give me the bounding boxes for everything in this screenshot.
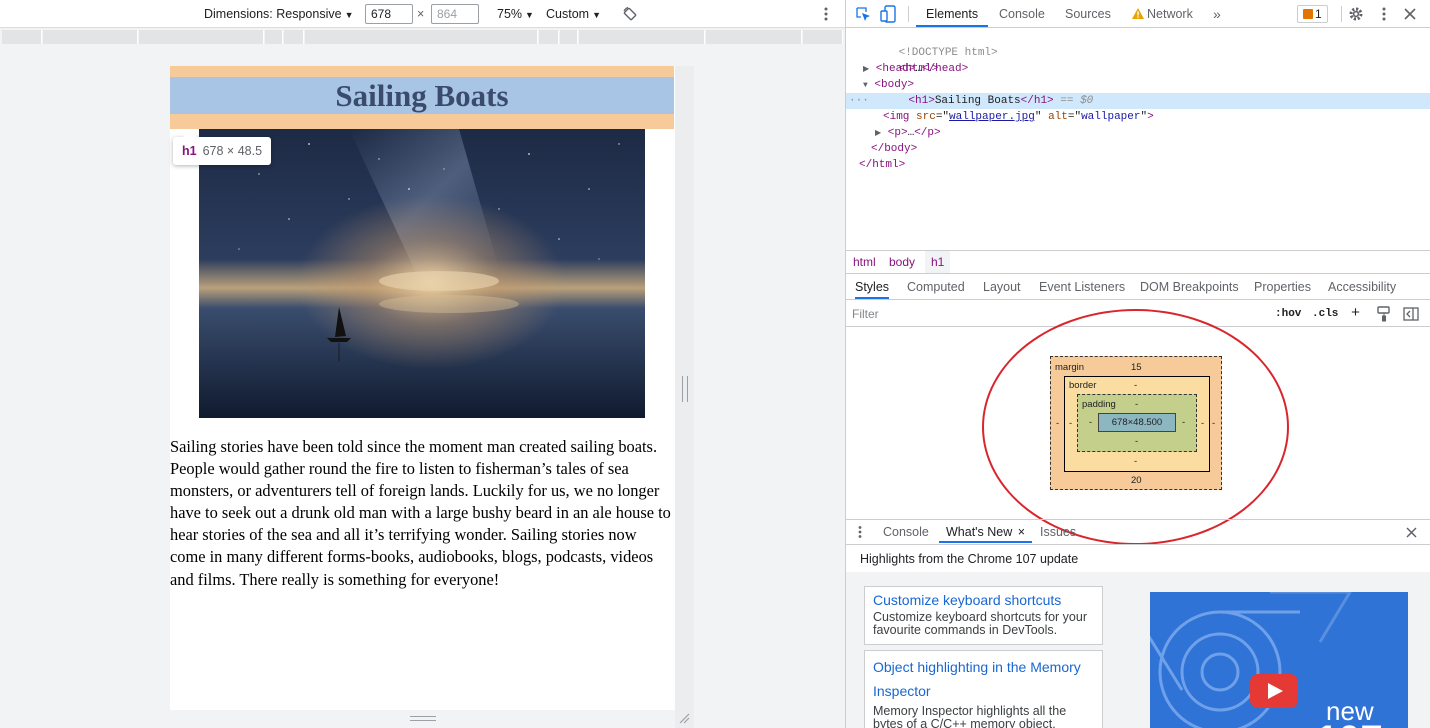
drawer-tab-whats-new-label: What's New — [946, 525, 1013, 539]
drawer-tab-issues[interactable]: Issues — [1040, 520, 1076, 544]
tab-console[interactable]: Console — [999, 0, 1045, 28]
dom-line-img[interactable]: <img src="wallpaper.jpg" alt="wallpaper"… — [846, 109, 1430, 125]
dimensions-dropdown[interactable]: Dimensions: Responsive ▼ — [204, 0, 353, 28]
feature-card-title[interactable]: Object highlighting in the Memory Inspec… — [873, 655, 1094, 703]
expand-arrow-icon[interactable]: ▶ — [863, 65, 869, 74]
dimensions-label: Dimensions: Responsive — [204, 7, 342, 21]
feature-card[interactable]: Object highlighting in the Memory Inspec… — [864, 650, 1103, 728]
collapse-arrow-icon[interactable]: ▼ — [863, 81, 868, 90]
paint-roller-icon[interactable] — [1377, 306, 1391, 322]
annotation-circle — [982, 309, 1289, 545]
tab-accessibility[interactable]: Accessibility — [1328, 274, 1396, 300]
times-sign: × — [417, 7, 425, 21]
issues-count: 1 — [1315, 7, 1322, 21]
rotate-icon[interactable] — [622, 6, 638, 22]
dom-line-body-close[interactable]: </body> — [846, 141, 1430, 157]
tab-computed[interactable]: Computed — [907, 274, 965, 300]
toggle-sidebar-icon[interactable] — [1403, 306, 1419, 322]
throttle-label: Custom — [546, 7, 590, 21]
dom-line-head[interactable]: ▶ <head>…</head> — [846, 61, 1430, 77]
width-input[interactable]: 678 — [365, 4, 413, 24]
breadcrumb-body[interactable]: body — [883, 251, 921, 273]
styles-pane-tabs: Styles Computed Layout Event Listeners D… — [846, 274, 1430, 300]
breadcrumb: html body h1 — [846, 250, 1430, 274]
cls-toggle[interactable]: .cls — [1312, 305, 1338, 323]
breadcrumb-html[interactable]: html — [847, 251, 882, 273]
drawer-tab-bar: Console What's New × Issues — [846, 519, 1430, 545]
caret-down-icon: ▼ — [525, 10, 534, 20]
devtools-panel: Elements Console Sources Network » 1 <!D… — [845, 0, 1430, 728]
throttle-dropdown[interactable]: Custom ▼ — [546, 0, 601, 28]
tab-network-label: Network — [1147, 7, 1193, 21]
caret-down-icon: ▼ — [592, 10, 601, 20]
expand-arrow-icon[interactable]: ▶ — [875, 129, 881, 138]
resize-handle-right[interactable] — [682, 376, 688, 402]
dom-line-body[interactable]: ▼ <body> — [846, 77, 1430, 93]
zoom-label: 75% — [497, 7, 523, 21]
feature-card[interactable]: Customize keyboard shortcuts Customize k… — [864, 586, 1103, 645]
more-tabs-icon[interactable]: » — [1213, 0, 1221, 28]
dom-line-p[interactable]: ▶ <p>…</p> — [846, 125, 1430, 141]
device-emulation-pane: Dimensions: Responsive ▼ 678 × 864 75% ▼ C… — [0, 0, 845, 728]
emulated-page: Sailing Boats h1 678 × 48.5 Sailing stor… — [170, 66, 675, 710]
inspect-element-icon[interactable] — [855, 6, 871, 22]
feature-card-description: Customize keyboard shortcuts for your fa… — [873, 610, 1087, 637]
device-toolbar: Dimensions: Responsive ▼ 678 × 864 75% ▼ C… — [0, 0, 845, 28]
whats-new-heading: Highlights from the Chrome 107 update — [860, 552, 1079, 566]
dom-tree: <!DOCTYPE html> <html> ▶ <head>…</head> … — [846, 29, 1430, 249]
close-devtools-icon[interactable] — [1404, 8, 1416, 20]
wallpaper-image — [199, 129, 645, 418]
devtools-more-icon[interactable] — [1377, 5, 1391, 23]
resize-handle-bottom[interactable] — [410, 716, 436, 721]
caret-down-icon: ▼ — [344, 10, 354, 20]
tab-properties[interactable]: Properties — [1254, 274, 1311, 300]
article-paragraph: Sailing stories have been told since the… — [170, 437, 671, 589]
chrome-update-banner[interactable]: new 107 — [1150, 592, 1408, 728]
tab-network[interactable]: Network — [1132, 0, 1193, 28]
dom-line-h1-selected[interactable]: ··· <h1>Sailing Boats</h1> == $0 — [846, 93, 1430, 109]
h1-highlight-overlay: Sailing Boats — [170, 66, 674, 129]
settings-gear-icon[interactable] — [1348, 6, 1364, 22]
tab-layout[interactable]: Layout — [983, 274, 1021, 300]
feature-card-description: Memory Inspector highlights all the byte… — [873, 704, 1067, 728]
issue-flag-icon — [1303, 9, 1313, 19]
more-options-icon[interactable] — [819, 4, 833, 24]
tab-sources[interactable]: Sources — [1065, 0, 1111, 28]
media-query-bar[interactable] — [0, 29, 845, 45]
close-tab-icon[interactable]: × — [1018, 525, 1025, 539]
drawer-tab-console[interactable]: Console — [883, 520, 929, 544]
tooltip-dimensions: 678 × 48.5 — [202, 144, 263, 158]
warning-icon — [1132, 8, 1144, 19]
new-style-rule-icon[interactable]: + — [1351, 305, 1360, 323]
drawer-menu-icon[interactable] — [857, 525, 863, 539]
breadcrumb-h1[interactable]: h1 — [925, 251, 951, 273]
element-tooltip: h1 678 × 48.5 — [173, 129, 272, 165]
img-src-link[interactable]: wallpaper.jpg — [949, 111, 1035, 123]
hov-toggle[interactable]: :hov — [1275, 305, 1301, 323]
devtools-tab-bar: Elements Console Sources Network » 1 — [846, 0, 1430, 28]
height-input[interactable]: 864 — [431, 4, 479, 24]
dom-gutter-ellipsis-icon[interactable]: ··· — [849, 95, 869, 107]
close-drawer-icon[interactable] — [1406, 527, 1417, 538]
dom-line-doctype[interactable]: <!DOCTYPE html> — [846, 29, 1430, 59]
issues-counter[interactable]: 1 — [1297, 5, 1328, 23]
promo-version-number: 107 — [1316, 720, 1383, 728]
device-toggle-icon[interactable] — [880, 5, 896, 23]
tab-styles[interactable]: Styles — [855, 274, 890, 299]
feature-card-title[interactable]: Customize keyboard shortcuts — [873, 591, 1094, 609]
tab-elements[interactable]: Elements — [916, 0, 989, 27]
zoom-dropdown[interactable]: 75% ▼ — [497, 0, 534, 28]
resize-corner-icon[interactable] — [678, 712, 690, 724]
tooltip-tag: h1 — [182, 144, 197, 158]
tab-event-listeners[interactable]: Event Listeners — [1039, 274, 1125, 300]
drawer-tab-whats-new[interactable]: What's New × — [939, 520, 1033, 543]
tab-dom-breakpoints[interactable]: DOM Breakpoints — [1140, 274, 1239, 300]
whats-new-content: Customize keyboard shortcuts Customize k… — [846, 572, 1430, 728]
dom-line-html-close[interactable]: </html> — [846, 157, 1430, 173]
dom-line-html[interactable]: <html> — [846, 45, 1430, 75]
page-title: Sailing Boats — [335, 78, 509, 113]
